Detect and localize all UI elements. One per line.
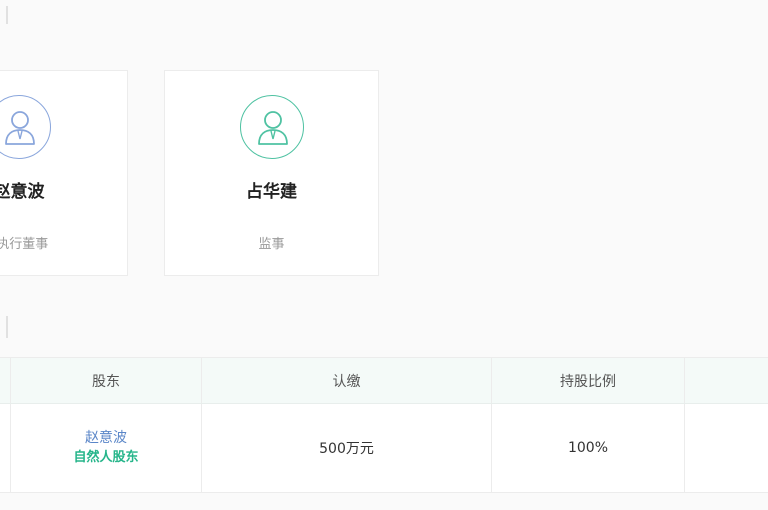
row-cell-index: [0, 404, 11, 492]
header-cell-ratio: 持股比例: [492, 358, 685, 403]
row-cell-ratio: 100%: [492, 404, 685, 492]
person-role: _执行董事: [0, 237, 49, 252]
shareholder-type-tag: 自然人股东: [73, 450, 139, 465]
header-cell-shareholder: 股东: [11, 358, 202, 403]
header-cell-index: [0, 358, 11, 403]
person-name[interactable]: 赵意波: [0, 177, 127, 202]
shareholder-name-link[interactable]: 赵意波: [85, 428, 127, 448]
row-cell-shareholder: 赵意波 自然人股东: [11, 404, 202, 492]
person-card-supervisor[interactable]: 占华建 监事: [164, 70, 379, 276]
person-card-director[interactable]: 赵意波 _执行董事: [0, 70, 128, 276]
section-heading-edge: [0, 6, 8, 24]
table-header-row: 股东 认缴 持股比例: [0, 358, 768, 404]
user-icon: [257, 111, 288, 145]
user-icon: [5, 111, 35, 145]
row-cell-subscribed: 500万元: [202, 404, 492, 492]
person-name[interactable]: 占华建: [165, 177, 378, 202]
header-cell-subscribed: 认缴: [202, 358, 492, 403]
avatar: [239, 95, 304, 159]
avatar: [0, 95, 51, 159]
row-cell-more: [685, 404, 768, 492]
shareholder-table: 股东 认缴 持股比例 赵意波 自然人股东 500万元 100%: [0, 357, 768, 493]
table-row: 赵意波 自然人股东 500万元 100%: [0, 404, 768, 492]
section-heading-edge: [0, 316, 8, 338]
company-info-page: 赵意波 _执行董事 占华建 监事 股东 认缴 持股比例 赵意波 自然人股东: [0, 0, 768, 510]
person-role: 监事: [258, 237, 285, 252]
header-cell-more: [685, 358, 768, 403]
